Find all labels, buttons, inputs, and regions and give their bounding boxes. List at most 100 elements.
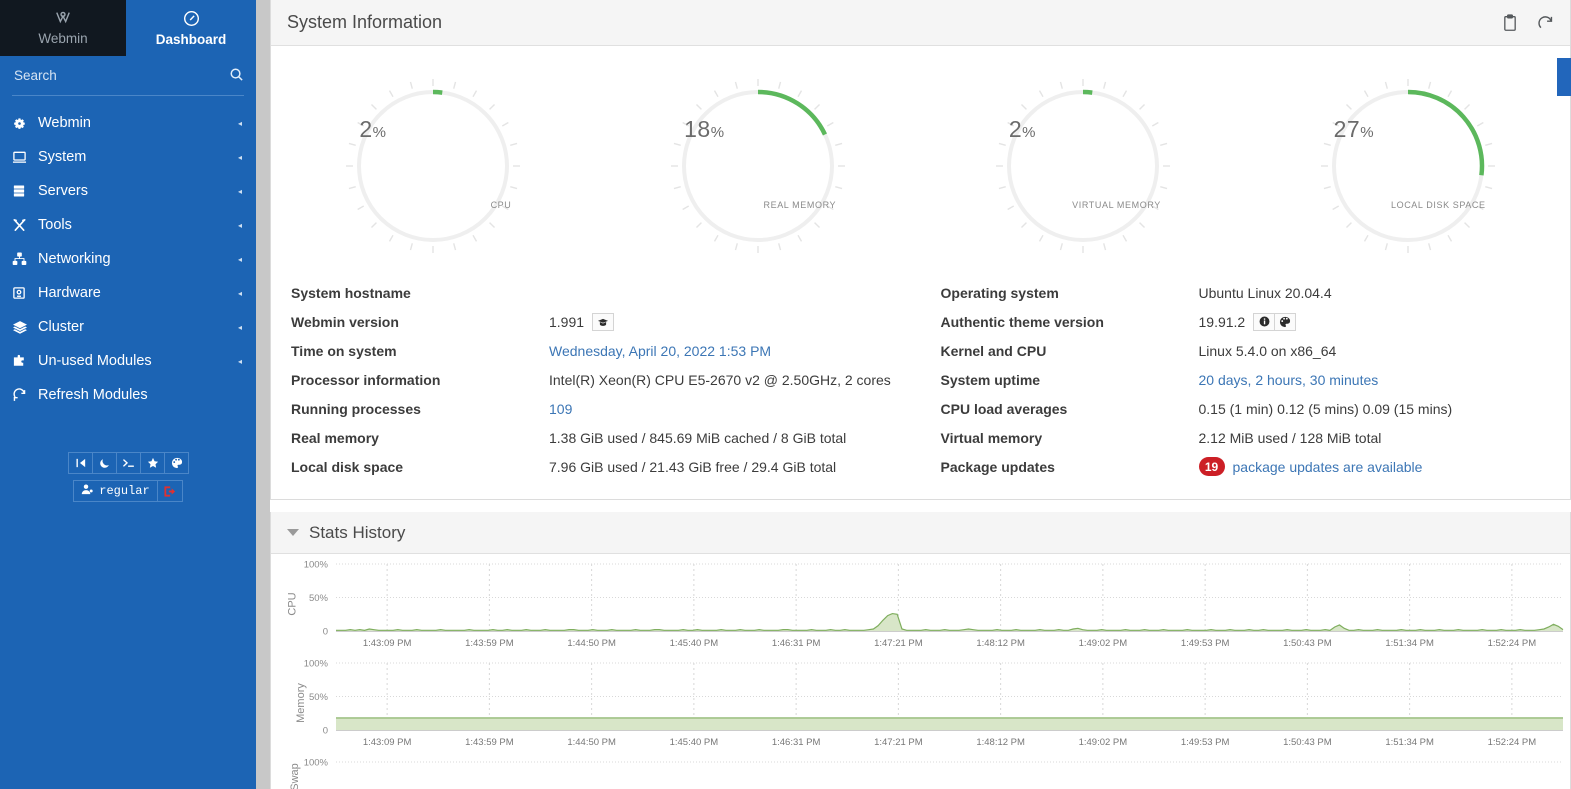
tools-icon bbox=[12, 218, 38, 233]
sidebar-item-webmin[interactable]: Webmin ◂ bbox=[0, 106, 256, 140]
gauge-icon bbox=[183, 10, 200, 30]
info-value: 2.12 MiB used / 128 MiB total bbox=[1198, 429, 1382, 446]
info-row-running-processes: Running processes 109 bbox=[291, 394, 921, 423]
collapse-sidebar-icon[interactable] bbox=[68, 452, 93, 474]
book-icon[interactable] bbox=[592, 312, 615, 331]
monitor-icon bbox=[12, 150, 38, 164]
sidebar-item-label: Webmin bbox=[38, 115, 91, 131]
sidebar-item-label: Servers bbox=[38, 183, 88, 199]
gauge-label: LOCAL DISK SPACE bbox=[1390, 200, 1486, 210]
svg-text:50%: 50% bbox=[309, 593, 329, 604]
chevron-left-icon: ◂ bbox=[237, 254, 242, 264]
status-badge[interactable]: 19 bbox=[1198, 457, 1225, 476]
svg-text:1:49:02 PM: 1:49:02 PM bbox=[1079, 638, 1128, 649]
gauge-value: 2% bbox=[1008, 116, 1037, 142]
gauge-real-memory: 18% REAL MEMORY bbox=[596, 68, 921, 264]
svg-text:1:43:09 PM: 1:43:09 PM bbox=[363, 737, 412, 748]
info-key: Webmin version bbox=[291, 313, 399, 330]
svg-text:1:51:34 PM: 1:51:34 PM bbox=[1385, 638, 1434, 649]
gauge-label: REAL MEMORY bbox=[763, 200, 837, 210]
info-value-link[interactable]: Wednesday, April 20, 2022 1:53 PM bbox=[549, 343, 771, 359]
info-key: CPU load averages bbox=[940, 400, 1068, 417]
sidebar-item-refresh-modules[interactable]: Refresh Modules bbox=[0, 378, 256, 412]
chevron-left-icon: ◂ bbox=[237, 186, 242, 196]
search-row[interactable] bbox=[12, 56, 244, 96]
refresh-icon[interactable] bbox=[1536, 14, 1554, 32]
svg-text:1:48:12 PM: 1:48:12 PM bbox=[976, 737, 1025, 748]
info-value: Ubuntu Linux 20.04.4 bbox=[1198, 284, 1332, 301]
svg-text:1:50:43 PM: 1:50:43 PM bbox=[1283, 638, 1332, 649]
network-icon bbox=[12, 252, 38, 266]
svg-text:100%: 100% bbox=[304, 758, 329, 769]
sidebar-item-networking[interactable]: Networking ◂ bbox=[0, 242, 256, 276]
stats-history-header: Stats History bbox=[271, 512, 1570, 554]
sidebar-item-un-used-modules[interactable]: Un-used Modules ◂ bbox=[0, 344, 256, 378]
info-key: Authentic theme version bbox=[940, 313, 1104, 330]
info-value: 0.15 (1 min) 0.12 (5 mins) 0.09 (15 mins… bbox=[1198, 400, 1453, 417]
chevron-left-icon: ◂ bbox=[237, 220, 242, 230]
brand-tab-webmin[interactable]: Webmin bbox=[0, 0, 126, 56]
sidebar-item-label: Networking bbox=[38, 251, 111, 267]
info-value: 1.38 GiB used / 845.69 MiB cached / 8 Gi… bbox=[549, 429, 847, 446]
svg-text:0: 0 bbox=[323, 627, 328, 638]
svg-text:1:48:12 PM: 1:48:12 PM bbox=[976, 638, 1025, 649]
sidebar-top-tabs: Webmin Dashboard bbox=[0, 0, 256, 56]
sidebar-item-hardware[interactable]: Hardware ◂ bbox=[0, 276, 256, 310]
info-key: Real memory bbox=[291, 429, 379, 446]
page-scrollbar[interactable] bbox=[1557, 0, 1571, 789]
info-value: Linux 5.4.0 on x86_64 bbox=[1198, 342, 1337, 359]
sidebar-item-system[interactable]: System ◂ bbox=[0, 140, 256, 174]
clipboard-icon[interactable] bbox=[1502, 13, 1518, 32]
page-title: System Information bbox=[287, 12, 443, 32]
server-icon bbox=[12, 184, 38, 198]
scrollbar-thumb[interactable] bbox=[1557, 58, 1571, 96]
sidebar-item-servers[interactable]: Servers ◂ bbox=[0, 174, 256, 208]
info-value: Intel(R) Xeon(R) CPU E5-2670 v2 @ 2.50GH… bbox=[549, 371, 891, 388]
info-row-webmin-version: Webmin version 1.991 bbox=[291, 307, 921, 336]
svg-text:1:50:43 PM: 1:50:43 PM bbox=[1283, 737, 1332, 748]
info-row-kernel-and-cpu: Kernel and CPU Linux 5.4.0 on x86_64 bbox=[941, 336, 1571, 365]
chart-memory: Memory 100% 50% 0 1:43:09 PM 1:43:59 PM 1:44:… bbox=[271, 653, 1570, 752]
info-icon[interactable] bbox=[1253, 312, 1276, 331]
dark-mode-moon-icon[interactable] bbox=[92, 452, 117, 474]
gauge-virtual-memory: 2% VIRTUAL MEMORY bbox=[921, 68, 1246, 264]
svg-text:1:52:24 PM: 1:52:24 PM bbox=[1488, 638, 1537, 649]
palette-icon[interactable] bbox=[1274, 312, 1297, 331]
stats-history-panel: Stats History CPU 100% 50% 0 1:43:09 PM 1:43… bbox=[270, 512, 1571, 789]
svg-text:1:47:21 PM: 1:47:21 PM bbox=[874, 638, 923, 649]
gear-icon bbox=[12, 116, 38, 131]
terminal-icon[interactable] bbox=[116, 452, 141, 474]
search-icon[interactable] bbox=[226, 67, 244, 85]
svg-text:1:49:53 PM: 1:49:53 PM bbox=[1181, 737, 1230, 748]
sidebar-item-label: Cluster bbox=[38, 319, 84, 335]
gauge-ring-local-disk-space bbox=[1320, 79, 1495, 253]
info-key: Package updates bbox=[940, 458, 1055, 475]
gauge-label: CPU bbox=[490, 200, 512, 210]
webmin-logo-icon bbox=[52, 10, 74, 29]
gauge-value: 27% bbox=[1333, 116, 1375, 142]
info-row-real-memory: Real memory 1.38 GiB used / 845.69 MiB c… bbox=[291, 423, 921, 452]
current-user-button[interactable]: regular bbox=[73, 480, 158, 502]
info-value: 7.96 GiB used / 21.43 GiB free / 29.4 Gi… bbox=[549, 458, 837, 475]
search-input[interactable] bbox=[12, 67, 226, 84]
tab-dashboard[interactable]: Dashboard bbox=[126, 0, 256, 56]
info-row-authentic-theme-version: Authentic theme version 19.91.2 bbox=[941, 307, 1571, 336]
info-value-link[interactable]: package updates are available bbox=[1233, 459, 1423, 475]
info-value-link[interactable]: 20 days, 2 hours, 30 minutes bbox=[1199, 372, 1379, 388]
info-row-system-hostname: System hostname bbox=[291, 278, 921, 307]
caret-down-icon[interactable] bbox=[287, 529, 299, 536]
svg-text:0: 0 bbox=[323, 726, 328, 737]
main-content: System Information 2% CPU 18% REAL MEMOR… bbox=[270, 0, 1571, 789]
info-row-processor-information: Processor information Intel(R) Xeon(R) C… bbox=[291, 365, 921, 394]
sidebar-item-tools[interactable]: Tools ◂ bbox=[0, 208, 256, 242]
logout-icon[interactable] bbox=[156, 480, 183, 502]
sidebar-item-cluster[interactable]: Cluster ◂ bbox=[0, 310, 256, 344]
info-key: Running processes bbox=[291, 400, 421, 417]
info-value-link[interactable]: 109 bbox=[549, 401, 572, 417]
svg-text:1:47:21 PM: 1:47:21 PM bbox=[874, 737, 923, 748]
theme-palette-icon[interactable] bbox=[164, 452, 189, 474]
svg-text:50%: 50% bbox=[309, 692, 329, 703]
info-key: System uptime bbox=[940, 371, 1041, 388]
gauge-local-disk-space: 27% LOCAL DISK SPACE bbox=[1245, 68, 1570, 264]
favorites-star-icon[interactable] bbox=[140, 452, 165, 474]
